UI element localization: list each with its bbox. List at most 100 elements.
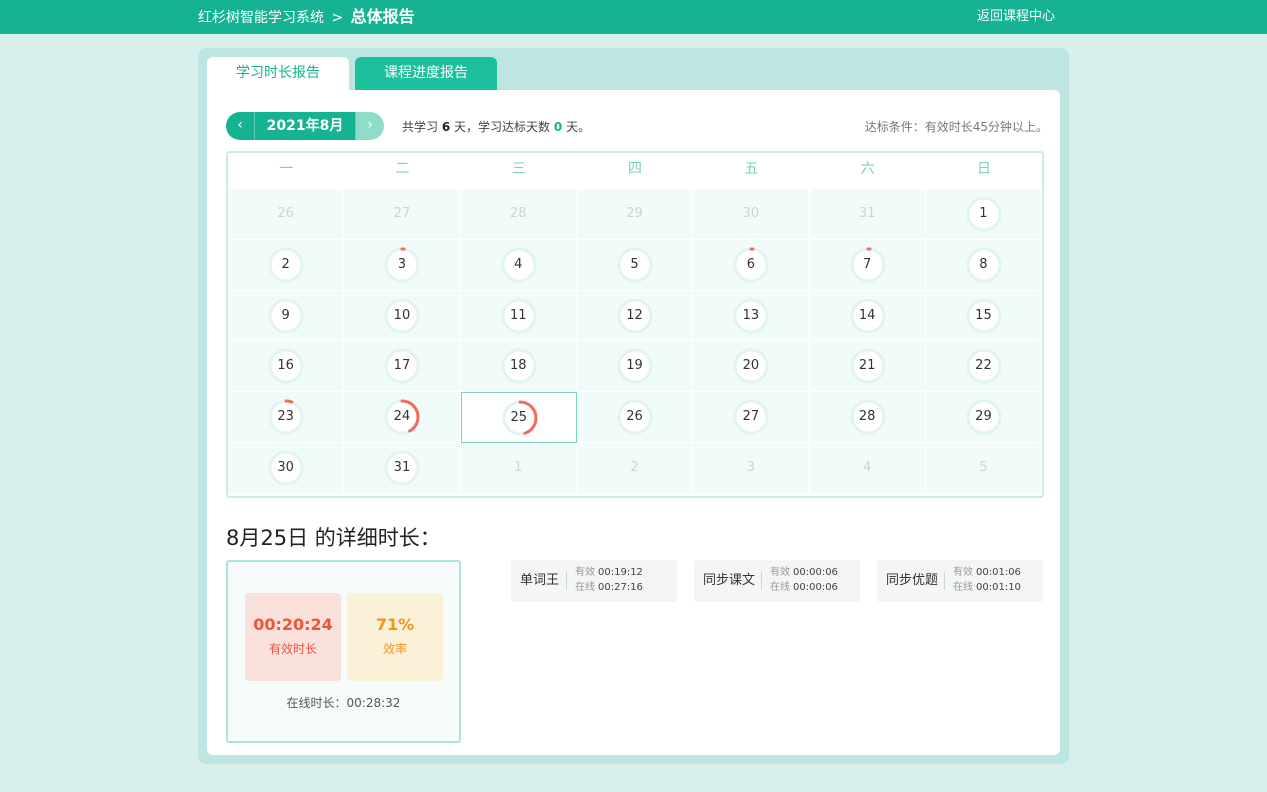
system-name[interactable]: 红杉树智能学习系统 <box>198 10 324 26</box>
day-number: 1 <box>514 460 523 475</box>
tab-course-progress-report[interactable]: 课程进度报告 <box>355 57 497 91</box>
calendar-day-outside-month: 27 <box>344 189 461 240</box>
efficiency-card: 71% 效率 <box>347 593 443 681</box>
module-effective-label: 有效 <box>953 567 973 578</box>
weekday-label: 一 <box>279 161 294 177</box>
module-card-sync-text: 同步课文 有效 00:00:06 在线 00:00:06 <box>694 560 860 602</box>
module-divider <box>566 572 567 590</box>
module-card-word-king: 单词王 有效 00:19:12 在线 00:27:16 <box>511 560 677 602</box>
day-number: 25 <box>510 410 528 426</box>
calendar-day[interactable]: 5 <box>576 239 694 291</box>
day-number: 4 <box>863 460 872 475</box>
study-summary: 共学习 6 天，学习达标天数 0 天。 <box>402 118 590 135</box>
report-panel: ‹ 2021年8月 › 共学习 6 天，学习达标天数 0 天。 达标条件：有效时… <box>207 90 1060 755</box>
day-number: 1 <box>979 206 988 221</box>
breadcrumb: 红杉树智能学习系统 > 总体报告 <box>198 0 415 35</box>
calendar-day[interactable]: 6 <box>693 239 810 291</box>
day-number: 29 <box>975 409 992 425</box>
effective-time-card: 00:20:24 有效时长 <box>245 593 341 681</box>
calendar-day[interactable]: 26 <box>576 392 694 443</box>
calendar-day[interactable]: 27 <box>693 392 810 443</box>
day-number: 14 <box>858 307 876 323</box>
day-number: 11 <box>509 307 527 323</box>
weekday-label: 日 <box>976 161 991 177</box>
calendar-day-outside-month: 31 <box>809 189 926 240</box>
day-number: 19 <box>626 358 643 374</box>
study-days-count: 6 <box>441 120 451 134</box>
calendar-day[interactable]: 25 <box>460 392 577 443</box>
effective-time-label: 有效时长 <box>268 642 317 656</box>
calendar-day[interactable]: 8 <box>925 239 1043 291</box>
module-name: 单词王 <box>520 573 560 588</box>
weekday-label: 三 <box>511 161 526 177</box>
calendar-day[interactable]: 19 <box>576 341 694 393</box>
module-effective-label: 有效 <box>770 567 790 578</box>
calendar-day[interactable]: 4 <box>460 239 577 291</box>
study-calendar: 一二三四五六日 26 27 28 29 30 31 1 2 3 4 5 6 7 8 9 10 11 12 13 14 1… <box>226 151 1044 498</box>
month-navigator: ‹ 2021年8月 › <box>226 112 384 140</box>
next-month-button[interactable]: › <box>356 112 384 140</box>
calendar-day[interactable]: 20 <box>693 341 810 393</box>
calendar-day[interactable]: 2 <box>228 239 345 291</box>
calendar-day[interactable]: 30 <box>228 443 345 494</box>
breadcrumb-separator: > <box>331 10 344 26</box>
calendar-day[interactable]: 28 <box>809 392 926 443</box>
module-card-sync-questions: 同步优题 有效 00:01:06 在线 00:01:10 <box>877 560 1043 602</box>
calendar-day-outside-month: 4 <box>809 443 926 494</box>
calendar-day-outside-month: 26 <box>228 189 345 240</box>
day-number: 2 <box>281 256 290 272</box>
day-number: 5 <box>630 256 639 272</box>
calendar-day[interactable]: 15 <box>925 290 1043 342</box>
month-label: 2021年8月 <box>254 112 356 140</box>
module-online-label: 在线 <box>575 582 595 593</box>
day-number: 9 <box>281 307 290 323</box>
chevron-left-icon: ‹ <box>237 117 243 133</box>
module-name: 同步优题 <box>886 573 939 588</box>
calendar-day[interactable]: 22 <box>925 341 1043 393</box>
qualified-days-count: 0 <box>553 120 563 134</box>
day-number: 21 <box>858 358 876 374</box>
weekday-label: 六 <box>860 161 875 177</box>
calendar-day[interactable]: 24 <box>344 392 461 443</box>
calendar-day[interactable]: 10 <box>344 290 461 342</box>
day-number: 10 <box>393 307 411 323</box>
calendar-day[interactable]: 14 <box>809 290 926 342</box>
calendar-day[interactable]: 23 <box>228 392 345 443</box>
calendar-day[interactable]: 31 <box>344 443 461 494</box>
module-divider <box>944 572 945 590</box>
back-to-course-center-link[interactable]: 返回课程中心 <box>977 0 1055 34</box>
module-effective-time: 00:01:06 <box>976 567 1021 578</box>
day-number: 15 <box>975 307 992 323</box>
calendar-day[interactable]: 18 <box>460 341 577 393</box>
calendar-day[interactable]: 13 <box>693 290 810 342</box>
calendar-day[interactable]: 7 <box>809 239 926 291</box>
qualification-condition: 达标条件：有效时长45分钟以上。 <box>864 120 1048 134</box>
day-number: 24 <box>393 409 411 425</box>
module-online-time: 00:01:10 <box>976 582 1021 593</box>
calendar-day[interactable]: 9 <box>228 290 345 342</box>
effective-time-value: 00:20:24 <box>253 615 333 634</box>
module-divider <box>761 572 762 590</box>
calendar-day[interactable]: 29 <box>925 392 1043 443</box>
day-number: 26 <box>277 206 294 221</box>
day-number: 20 <box>742 358 760 374</box>
calendar-day-outside-month: 1 <box>460 443 577 494</box>
day-number: 22 <box>975 358 992 374</box>
day-number: 17 <box>393 358 411 374</box>
day-number: 30 <box>742 206 760 221</box>
tab-study-time-report[interactable]: 学习时长报告 <box>207 57 349 91</box>
calendar-day[interactable]: 17 <box>344 341 461 393</box>
detail-title: 8月25日 的详细时长： <box>226 526 441 550</box>
day-number: 8 <box>979 256 988 272</box>
calendar-day[interactable]: 16 <box>228 341 345 393</box>
calendar-day[interactable]: 1 <box>925 189 1043 240</box>
prev-month-button[interactable]: ‹ <box>226 112 254 140</box>
calendar-day[interactable]: 11 <box>460 290 577 342</box>
day-number: 23 <box>277 409 294 425</box>
calendar-day[interactable]: 12 <box>576 290 694 342</box>
efficiency-label: 效率 <box>382 642 407 656</box>
day-number: 31 <box>393 460 411 475</box>
calendar-day[interactable]: 21 <box>809 341 926 393</box>
day-number: 12 <box>626 307 643 323</box>
calendar-day[interactable]: 3 <box>344 239 461 291</box>
